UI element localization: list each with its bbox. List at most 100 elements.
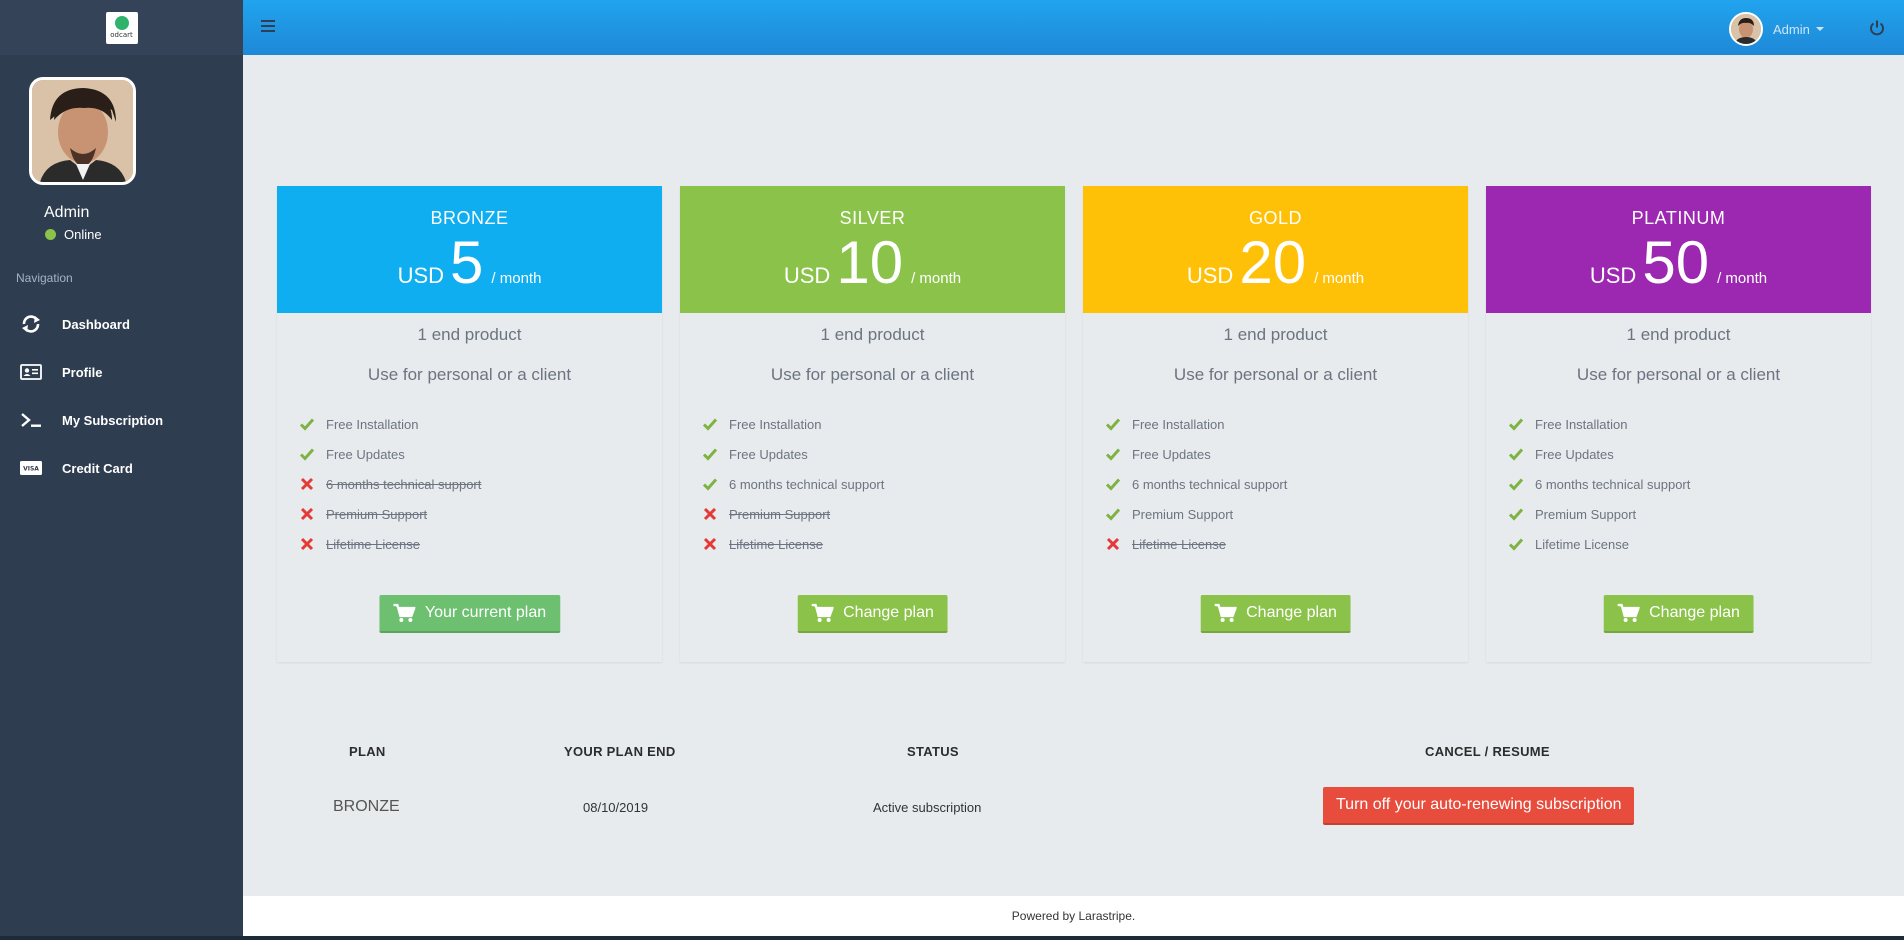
check-icon [1508, 506, 1524, 522]
check-icon [1105, 506, 1121, 522]
plan-feature-text: Premium Support [326, 506, 428, 522]
plan-feature: Lifetime License [1508, 529, 1871, 559]
plan-feature: 6 months technical support [299, 469, 662, 499]
power-icon[interactable] [1868, 19, 1886, 37]
plan-name: GOLD [1248, 208, 1302, 228]
topbar: Admin [243, 0, 1904, 55]
sidebar-user-name: Admin [44, 204, 90, 221]
plan-feature: Free Installation [299, 409, 662, 439]
user-status: Online [45, 227, 102, 242]
plan-price: USD 10 / month [680, 233, 1065, 293]
change-plan-button-gold[interactable]: Change plan [1200, 595, 1351, 633]
check-icon [299, 446, 315, 462]
plan-feature-text: Free Updates [1132, 446, 1211, 462]
plan-feature: Lifetime License [702, 529, 1065, 559]
sidebar-item-label: Credit Card [62, 460, 133, 476]
plan-feature-text: Lifetime License [326, 536, 420, 552]
plan-period: / month [1314, 270, 1365, 287]
plan-feature: Lifetime License [1105, 529, 1468, 559]
change-plan-button-platinum[interactable]: Change plan [1603, 595, 1754, 633]
plan-header: SILVER USD 10 / month [680, 186, 1065, 313]
change-plan-button-silver[interactable]: Change plan [797, 595, 948, 633]
plan-amount: 5 [450, 229, 484, 296]
plan-description: Use for personal or a client [367, 365, 572, 384]
plan-description: Use for personal or a client [1576, 365, 1781, 384]
menu-toggle-icon[interactable] [261, 20, 275, 32]
check-icon [702, 446, 718, 462]
brand-logo[interactable]: odcart [105, 11, 138, 44]
plan-subtitle: 1 end product [1223, 325, 1328, 344]
terminal-icon [20, 409, 42, 431]
plan-feature: Premium Support [1508, 499, 1871, 529]
sidebar: odcart Admin Online Navigation Dashboard [0, 0, 243, 940]
plan-subtitle: 1 end product [1626, 325, 1731, 344]
sidebar-item-label: My Subscription [62, 412, 164, 428]
turn-off-auto-renew-button[interactable]: Turn off your auto-renewing subscription [1323, 787, 1635, 825]
sidebar-item-credit-card[interactable]: VISA Credit Card [0, 444, 243, 492]
cart-icon [1214, 603, 1237, 623]
cross-icon [702, 506, 718, 522]
plan-feature: Free Updates [702, 439, 1065, 469]
plan-feature-text: Free Updates [326, 446, 405, 462]
column-header-plan: PLAN [349, 744, 386, 759]
sidebar-item-dashboard[interactable]: Dashboard [0, 300, 243, 348]
sidebar-nav: Dashboard Profile My Subscription VISA C… [0, 300, 243, 492]
plan-feature-text: Lifetime License [1132, 536, 1226, 552]
cell-plan-end: 08/10/2019 [583, 800, 649, 815]
plan-feature-text: 6 months technical support [1132, 476, 1288, 492]
plan-period: / month [491, 270, 542, 287]
column-header-status: STATUS [907, 744, 959, 759]
sidebar-item-profile[interactable]: Profile [0, 348, 243, 396]
plan-price: USD 5 / month [277, 233, 662, 293]
cross-icon [702, 536, 718, 552]
id-card-icon [20, 361, 42, 383]
plan-feature-text: Free Updates [729, 446, 808, 462]
cart-icon [811, 603, 834, 623]
plan-amount: 10 [836, 229, 904, 296]
plan-feature-text: Premium Support [729, 506, 831, 522]
plan-button-label: Your current plan [424, 604, 547, 621]
plan-feature: 6 months technical support [1508, 469, 1871, 499]
visa-card-icon: VISA [20, 457, 42, 479]
plan-price: USD 50 / month [1486, 233, 1871, 293]
plan-feature: Free Updates [299, 439, 662, 469]
plan-feature-text: Free Installation [1535, 416, 1628, 432]
plan-feature-text: Lifetime License [1535, 536, 1629, 552]
check-icon [702, 476, 718, 492]
check-icon [702, 416, 718, 432]
sidebar-item-my-subscription[interactable]: My Subscription [0, 396, 243, 444]
plan-feature: Free Installation [702, 409, 1065, 439]
cross-icon [299, 536, 315, 552]
plan-period: / month [911, 270, 962, 287]
plan-card-bronze: BRONZE USD 5 / month 1 end product Use f… [277, 186, 662, 662]
plan-feature: Premium Support [1105, 499, 1468, 529]
check-icon [1508, 476, 1524, 492]
plan-feature: Free Updates [1508, 439, 1871, 469]
current-plan-button[interactable]: Your current plan [378, 595, 561, 633]
plan-feature: Lifetime License [299, 529, 662, 559]
plan-feature: Premium Support [299, 499, 662, 529]
plan-feature-text: Free Updates [1535, 446, 1614, 462]
pricing-cards: BRONZE USD 5 / month 1 end product Use f… [277, 186, 1871, 662]
footer: Powered by Larastripe. [243, 896, 1904, 936]
check-icon [299, 416, 315, 432]
nav-header: Navigation [16, 271, 73, 285]
refresh-icon [20, 313, 42, 335]
plan-name: PLATINUM [1631, 208, 1726, 228]
online-dot-icon [45, 229, 56, 240]
plan-card-silver: SILVER USD 10 / month 1 end product Use … [680, 186, 1065, 662]
sidebar-item-label: Profile [62, 364, 103, 380]
topbar-user-name: Admin [1773, 21, 1810, 37]
topbar-avatar [1729, 12, 1763, 46]
plan-feature: Free Updates [1105, 439, 1468, 469]
user-menu-dropdown[interactable]: Admin [1729, 12, 1824, 46]
plan-feature: 6 months technical support [1105, 469, 1468, 499]
plan-feature: Free Installation [1508, 409, 1871, 439]
plan-feature-text: 6 months technical support [729, 476, 885, 492]
check-icon [1508, 536, 1524, 552]
plan-amount: 20 [1239, 229, 1307, 296]
plan-period: / month [1717, 270, 1768, 287]
column-header-cancel-resume: CANCEL / RESUME [1425, 744, 1550, 759]
plan-feature-text: 6 months technical support [1535, 476, 1691, 492]
plan-feature-text: 6 months technical support [326, 476, 482, 492]
